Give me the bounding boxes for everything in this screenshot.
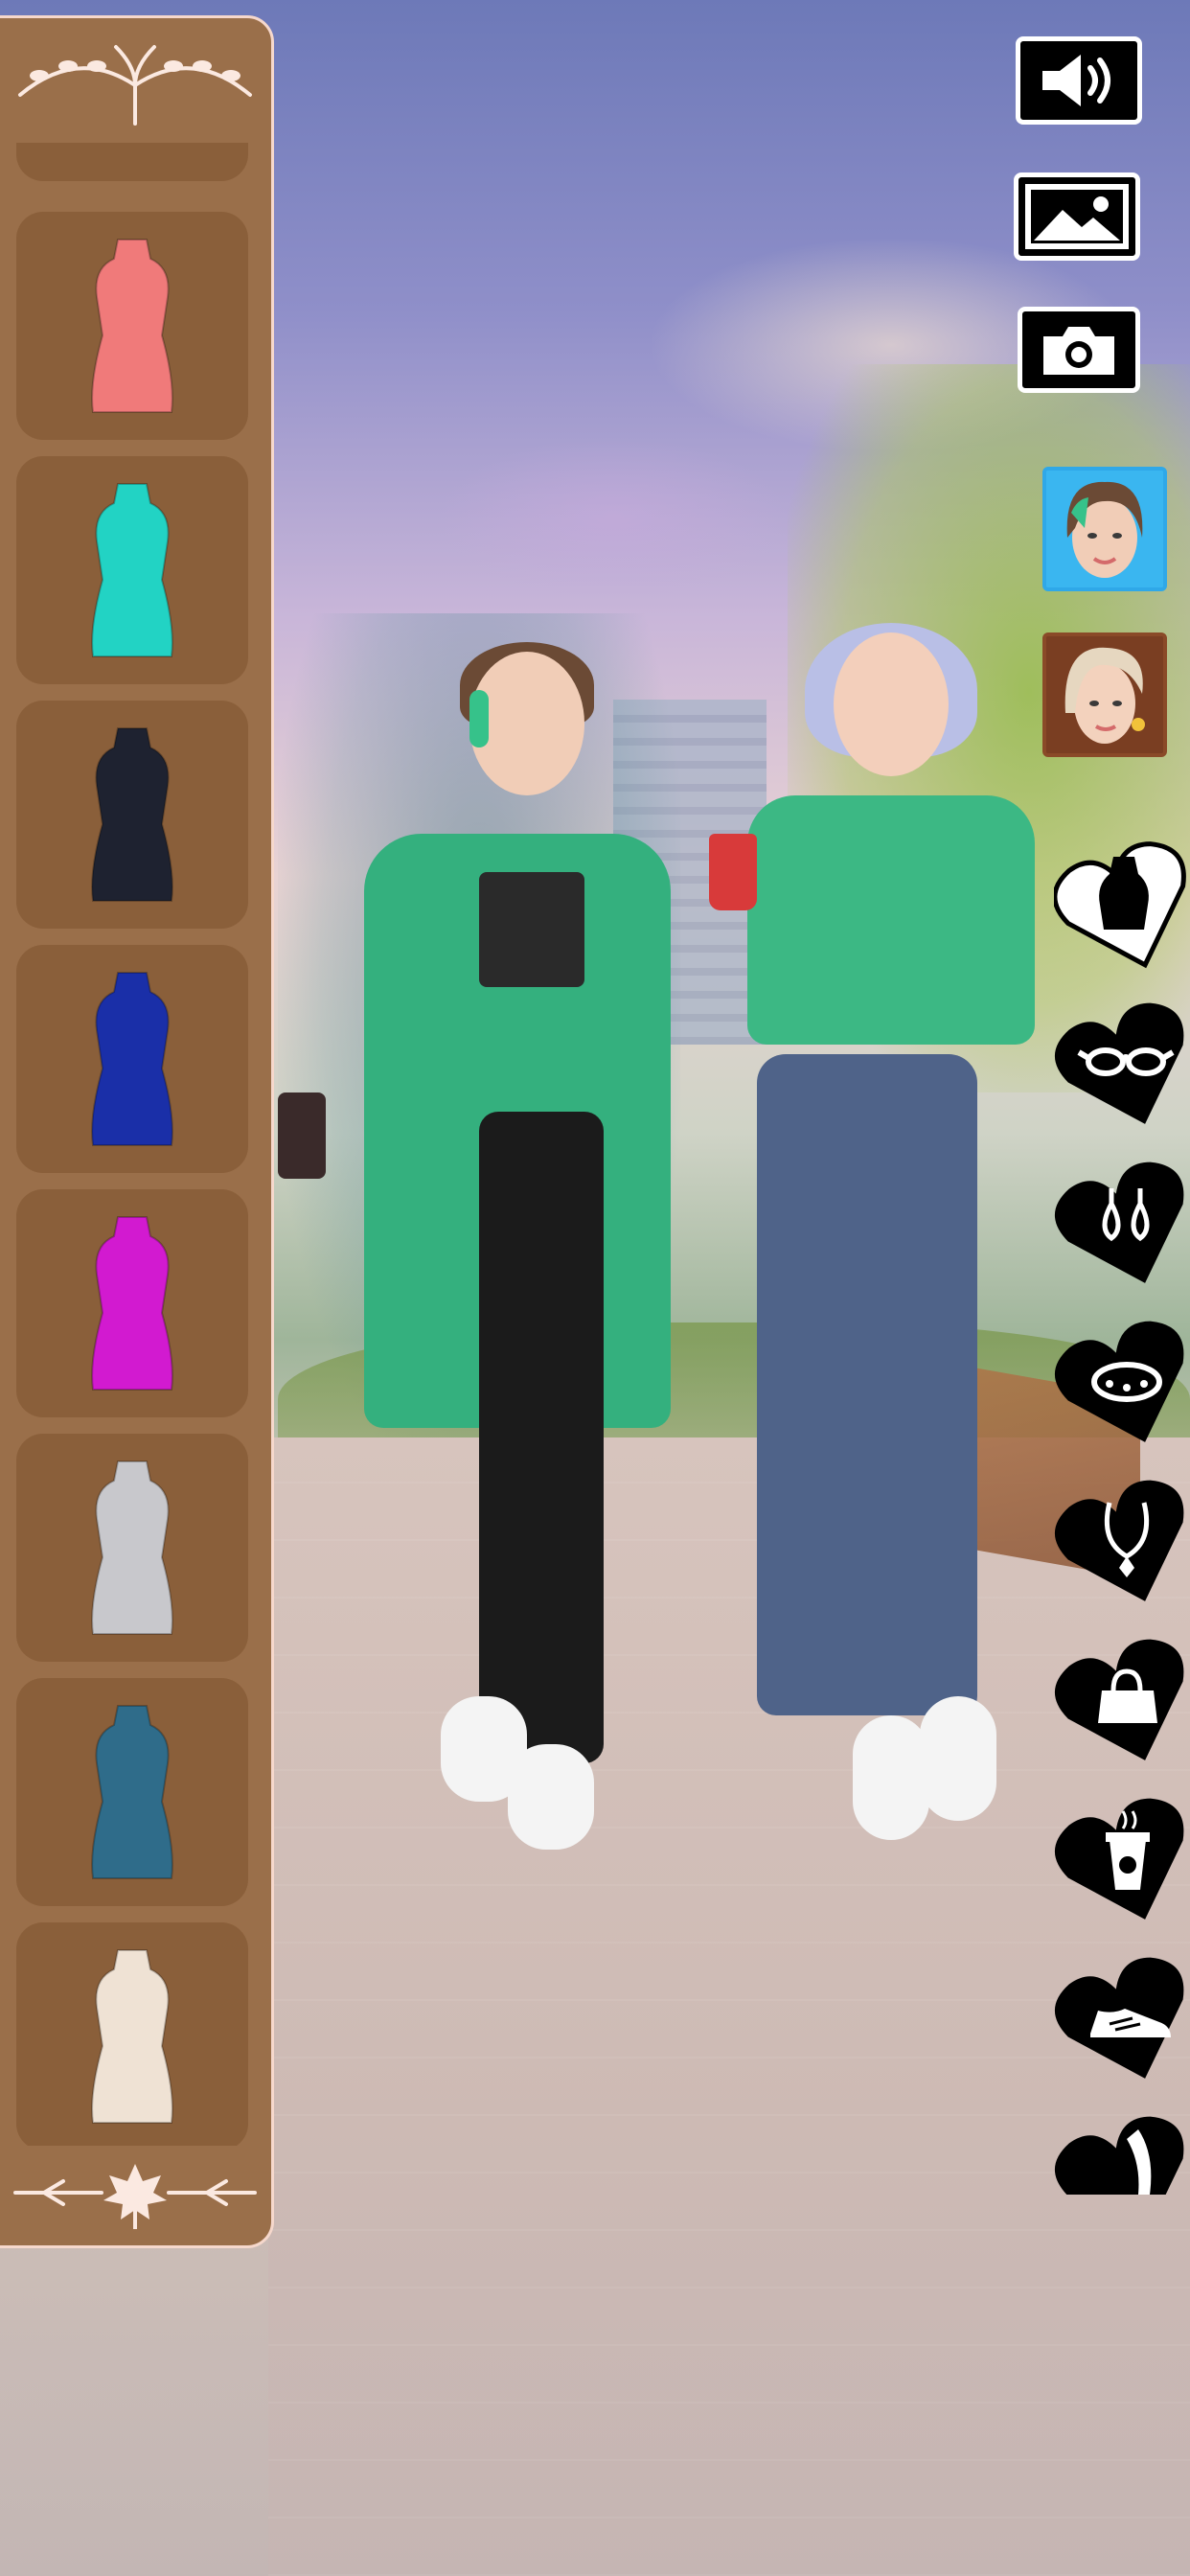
dress-icon	[91, 1705, 173, 1879]
character-select-blonde[interactable]	[1042, 632, 1167, 757]
dress-icon	[91, 972, 173, 1146]
hair-streak	[469, 690, 489, 748]
white-sneaker	[920, 1696, 996, 1821]
dress-slot-4[interactable]	[16, 945, 248, 1173]
category-tab-legs[interactable]	[1054, 2106, 1190, 2195]
sneaker-icon	[1055, 1957, 1184, 2079]
leg-icon	[1055, 2116, 1184, 2195]
sound-button[interactable]	[1016, 36, 1142, 125]
category-tab-glasses[interactable]	[1054, 993, 1190, 1137]
character-model-brunette	[326, 642, 709, 1907]
glasses-icon	[1055, 1002, 1184, 1124]
category-tab-shoes[interactable]	[1054, 1947, 1190, 2091]
coffee-cup-icon	[1055, 1798, 1184, 1920]
dress-slot-8[interactable]	[16, 1922, 248, 2146]
white-sneaker	[853, 1715, 929, 1840]
bracelet-icon	[1055, 1321, 1184, 1442]
image-icon	[1025, 184, 1129, 249]
dress-slot-1[interactable]	[16, 212, 248, 440]
face	[834, 632, 949, 776]
category-tab-necklace[interactable]	[1054, 1470, 1190, 1614]
dress-icon	[91, 1949, 173, 2124]
cola-cup	[278, 1092, 326, 1179]
white-sneaker	[508, 1744, 594, 1850]
heart-icon	[1054, 786, 1190, 824]
dress-slot-2[interactable]	[16, 456, 248, 684]
dress-list[interactable]	[0, 143, 271, 2146]
category-tab-drink[interactable]	[1054, 1788, 1190, 1932]
necklace-icon	[1055, 1480, 1184, 1601]
ripped-jeans	[757, 1054, 977, 1715]
character-select-brunette[interactable]	[1042, 467, 1167, 591]
speaker-icon	[1042, 55, 1110, 106]
dress-icon	[91, 1460, 173, 1635]
panel-header-ornament	[0, 18, 271, 143]
category-tab-bracelet[interactable]	[1054, 1311, 1190, 1455]
avatar-blonde-icon	[1046, 636, 1163, 753]
category-tab-bag[interactable]	[1054, 1629, 1190, 1773]
dress-slot-3[interactable]	[16, 701, 248, 929]
clothing-panel	[0, 15, 274, 2248]
dress-icon	[1054, 841, 1186, 969]
panel-footer-ornament	[0, 2140, 271, 2245]
camera-icon	[1043, 327, 1114, 375]
character-model-silver-hair	[690, 623, 1092, 1907]
dress-slot-7[interactable]	[16, 1678, 248, 1906]
maple-leaf-ornament-icon	[13, 2164, 257, 2229]
camera-button[interactable]	[1018, 307, 1140, 393]
floral-ornament-icon	[18, 45, 252, 126]
bag-icon	[1055, 1639, 1184, 1760]
dress-icon	[91, 239, 173, 413]
category-tab-dress[interactable]	[1054, 834, 1190, 978]
category-tab-partial[interactable]	[1054, 786, 1190, 824]
dress-slot-5[interactable]	[16, 1189, 248, 1417]
dress-slot-partial[interactable]	[16, 143, 248, 181]
earrings-icon	[1055, 1162, 1184, 1283]
category-tab-earrings[interactable]	[1054, 1152, 1190, 1296]
coffee-cup	[709, 834, 757, 910]
black-crop-top	[479, 872, 584, 987]
dress-icon	[91, 1216, 173, 1391]
background-button[interactable]	[1014, 172, 1140, 261]
green-turtleneck-crop	[747, 795, 1035, 1045]
dress-slot-6[interactable]	[16, 1434, 248, 1662]
dress-icon	[91, 483, 173, 657]
black-pants	[479, 1112, 604, 1763]
avatar-brunette-icon	[1046, 471, 1163, 587]
dress-icon	[91, 727, 173, 902]
